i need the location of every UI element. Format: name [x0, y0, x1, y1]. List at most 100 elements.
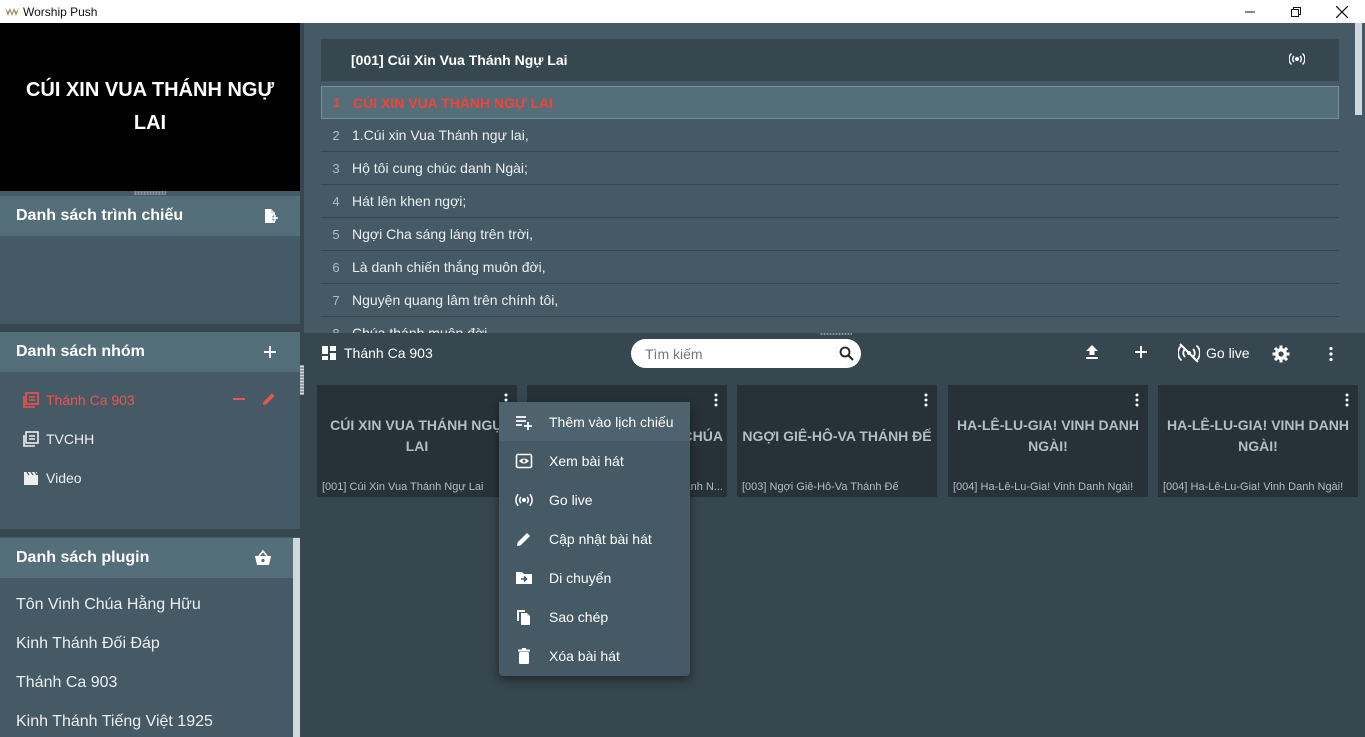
plugins-scrollbar[interactable]	[293, 538, 300, 737]
lyric-number: 7	[332, 292, 340, 308]
plugin-item[interactable]: Kinh Thánh Đối Đáp	[16, 635, 160, 653]
lyric-row[interactable]: 3 Hộ tôi cung chúc danh Ngài;	[321, 152, 1339, 185]
playlist-header: Danh sách trình chiếu	[0, 196, 300, 236]
groups-header: Danh sách nhóm	[0, 332, 300, 372]
song-context-menu: Thêm vào lịch chiếu Xem bài hát Go live …	[499, 402, 690, 676]
resize-handle[interactable]	[134, 191, 166, 195]
lyric-text: Hộ tôi cung chúc danh Ngài;	[352, 160, 528, 176]
playlist-title: Danh sách trình chiếu	[16, 207, 184, 224]
lyric-row[interactable]: 4 Hát lên khen ngợi;	[321, 185, 1339, 218]
library-icon	[23, 430, 39, 447]
current-group-name: Thánh Ca 903	[344, 345, 433, 361]
menu-item-copy[interactable]: Sao chép	[499, 597, 690, 636]
plugins-title: Danh sách plugin	[16, 549, 150, 566]
add-song-icon[interactable]	[1134, 344, 1148, 360]
more-vert-icon[interactable]	[713, 393, 719, 407]
more-vert-icon[interactable]	[1328, 346, 1334, 362]
search-input[interactable]	[645, 344, 825, 363]
menu-item-label: Xóa bài hát	[549, 647, 620, 664]
divider	[0, 324, 300, 332]
groups-title: Danh sách nhóm	[16, 343, 145, 360]
basket-icon[interactable]	[254, 550, 272, 566]
menu-item-label: Cập nhật bài hát	[549, 530, 652, 547]
song-card-subtitle: [004] Ha-Lê-Lu-Gia! Vinh Danh Ngài!	[953, 481, 1134, 493]
edit-group-icon[interactable]	[261, 391, 277, 407]
broadcast-icon	[515, 493, 533, 506]
more-vert-icon[interactable]	[1134, 393, 1140, 407]
menu-item-add-to-playlist[interactable]: Thêm vào lịch chiếu	[499, 402, 690, 441]
trash-icon	[518, 647, 530, 664]
title-bar: Worship Push	[0, 0, 1365, 23]
menu-item-label: Go live	[549, 491, 593, 508]
menu-item-label: Sao chép	[549, 608, 609, 625]
song-card-title: HA-LÊ-LU-GIA! VINH DANH NGÀI!	[957, 417, 1139, 454]
plugin-item[interactable]: Tôn Vinh Chúa Hằng Hữu	[16, 596, 201, 614]
file-add-icon[interactable]	[262, 208, 278, 224]
restore-button[interactable]	[1273, 0, 1319, 23]
lyric-number: 2	[332, 127, 340, 143]
minimize-button[interactable]	[1227, 0, 1273, 23]
group-item-video[interactable]: Video	[0, 458, 300, 497]
app-logo-icon	[5, 7, 19, 16]
restore-icon	[1291, 6, 1301, 17]
song-card[interactable]: CÚI XIN VUA THÁNH NGỰ LAI [001] Cúi Xin …	[317, 385, 517, 497]
menu-item-go-live[interactable]: Go live	[499, 480, 690, 519]
close-button[interactable]	[1319, 0, 1365, 23]
divider	[0, 529, 300, 537]
lyric-row-current[interactable]: 1 CÚI XIN VUA THÁNH NGỰ LAI	[321, 86, 1339, 119]
playlist-add-icon	[516, 415, 532, 430]
gear-icon[interactable]	[1272, 345, 1290, 363]
lyric-row[interactable]: 6 Là danh chiến thắng muôn đời,	[321, 251, 1339, 284]
upload-icon[interactable]	[1085, 344, 1099, 360]
lyric-text: CÚI XIN VUA THÁNH NGỰ LAI	[353, 94, 554, 111]
add-group-icon[interactable]	[262, 344, 278, 360]
clapperboard-icon	[24, 471, 38, 485]
lyric-text: Hát lên khen ngợi;	[352, 193, 467, 209]
lyric-row[interactable]: 8 Chúa thánh muôn đời	[321, 317, 1339, 333]
left-sidebar: CÚI XIN VUA THÁNH NGỰ LAI Danh sách trìn…	[0, 23, 300, 737]
live-preview: CÚI XIN VUA THÁNH NGỰ LAI	[0, 23, 300, 191]
menu-item-update-song[interactable]: Cập nhật bài hát	[499, 519, 690, 558]
lyrics-scrollbar[interactable]	[1355, 23, 1362, 115]
lyric-number: 3	[332, 160, 340, 176]
more-vert-icon[interactable]	[923, 393, 929, 407]
lyric-text: Ngợi Cha sáng láng trên trời,	[352, 226, 534, 242]
remove-group-icon[interactable]	[232, 394, 246, 404]
song-card[interactable]: HA-LÊ-LU-GIA! VINH DANH NGÀI! [004] Ha-L…	[1158, 385, 1358, 497]
menu-item-view-song[interactable]: Xem bài hát	[499, 441, 690, 480]
plugin-item[interactable]: Thánh Ca 903	[16, 674, 117, 692]
group-label: Thánh Ca 903	[46, 391, 135, 408]
lyric-text: 1.Cúi xin Vua Thánh ngự lai,	[352, 127, 529, 143]
lyric-row[interactable]: 2 1.Cúi xin Vua Thánh ngự lai,	[321, 119, 1339, 152]
group-item-tvchh[interactable]: TVCHH	[0, 419, 300, 458]
search-box[interactable]	[631, 339, 861, 368]
lyric-number: 4	[332, 193, 340, 209]
pencil-icon	[517, 532, 530, 546]
close-icon	[1336, 5, 1348, 18]
menu-item-move[interactable]: Di chuyển	[499, 558, 690, 597]
go-live-button[interactable]: Go live	[1178, 343, 1250, 363]
song-card-subtitle: [004] Ha-Lê-Lu-Gia! Vinh Danh Ngài!	[1163, 481, 1344, 493]
lyric-row[interactable]: 5 Ngợi Cha sáng láng trên trời,	[321, 218, 1339, 251]
song-card[interactable]: NGỢI GIÊ-HÔ-VA THÁNH ĐẾ [003] Ngợi Giê-H…	[737, 385, 937, 497]
songs-grid: CÚI XIN VUA THÁNH NGỰ LAI [001] Cúi Xin …	[304, 373, 1365, 737]
menu-item-delete-song[interactable]: Xóa bài hát	[499, 636, 690, 675]
group-label: Video	[46, 469, 82, 486]
menu-item-label: Thêm vào lịch chiếu	[549, 413, 674, 430]
group-label: TVCHH	[46, 430, 95, 447]
window-title: Worship Push	[23, 4, 98, 19]
song-card-title: HA-LÊ-LU-GIA! VINH DANH NGÀI!	[1167, 417, 1349, 454]
folder-move-icon	[516, 571, 532, 584]
lyrics-panel: [001] Cúi Xin Vua Thánh Ngự Lai 1 CÚI XIN…	[304, 23, 1365, 333]
more-vert-icon[interactable]	[1344, 393, 1350, 407]
plugin-item[interactable]: Kinh Thánh Tiếng Việt 1925	[16, 713, 213, 731]
group-item-thanh-ca-903[interactable]: Thánh Ca 903	[0, 380, 300, 419]
grid-view-icon[interactable]	[322, 346, 336, 360]
minimize-icon	[1245, 11, 1255, 12]
lyric-row[interactable]: 7 Nguyện quang lâm trên chính tôi,	[321, 284, 1339, 317]
lyric-text: Nguyện quang lâm trên chính tôi,	[352, 292, 559, 308]
broadcast-icon[interactable]	[1289, 52, 1305, 66]
song-card[interactable]: HA-LÊ-LU-GIA! VINH DANH NGÀI! [004] Ha-L…	[948, 385, 1148, 497]
song-card-subtitle: [003] Ngợi Giê-Hô-Va Thánh Đế	[742, 481, 899, 493]
search-icon[interactable]	[839, 346, 854, 361]
